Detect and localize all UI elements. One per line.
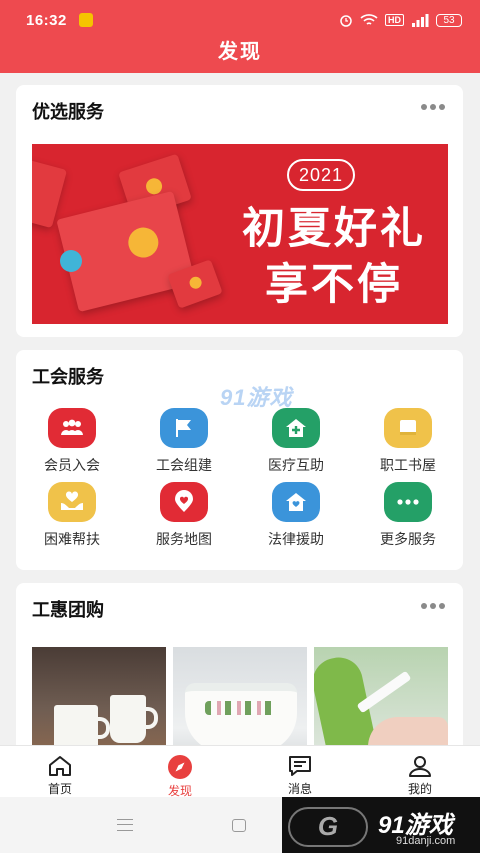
service-label: 医疗互助 — [268, 457, 324, 473]
tab-label: 消息 — [287, 782, 312, 796]
service-label: 职工书屋 — [380, 457, 436, 473]
menu-icon[interactable] — [117, 819, 133, 831]
union-services-card: 工会服务 91游戏 会员入会 工会组建 医疗互助 职工书屋 困难帮扶 服务地图 … — [16, 350, 463, 570]
tab-messages[interactable]: 消息 — [240, 746, 360, 797]
bottom-tab-bar: 首页 发现 消息 我的 — [0, 745, 480, 798]
user-icon — [407, 754, 433, 778]
status-bar: 16:32 HD 53 — [0, 0, 480, 40]
status-time: 16:32 — [26, 11, 67, 29]
more-icon — [384, 482, 432, 522]
watermark-logo: G — [288, 807, 368, 847]
service-label: 会员入会 — [44, 457, 100, 473]
featured-services-card: 优选服务 2021 初夏好礼 享不停 — [16, 85, 463, 337]
legal-house-icon — [272, 482, 320, 522]
book-icon — [384, 408, 432, 448]
union-services-title: 工会服务 — [32, 367, 104, 387]
tab-discover[interactable]: 发现 — [120, 746, 240, 798]
service-legal-aid[interactable]: 法律援助 — [246, 482, 346, 549]
alarm-icon — [340, 15, 352, 27]
watermark-url: 91danji.com — [396, 835, 456, 847]
map-pin-heart-icon — [160, 482, 208, 522]
service-medical-aid[interactable]: 医疗互助 — [246, 408, 346, 475]
tab-label: 我的 — [407, 782, 432, 796]
service-label: 服务地图 — [156, 531, 212, 547]
hands-heart-icon — [48, 482, 96, 522]
service-more[interactable]: 更多服务 — [358, 482, 458, 549]
app-header: 16:32 HD 53 发现 — [0, 0, 480, 73]
group-buy-title: 工惠团购 — [32, 600, 104, 620]
featured-services-title: 优选服务 — [32, 102, 104, 122]
banner-subheadline: 享不停 — [265, 261, 403, 309]
blue-ball-decoration — [60, 250, 82, 272]
notification-icon — [78, 13, 93, 27]
promo-banner[interactable]: 2021 初夏好礼 享不停 — [32, 144, 448, 324]
service-hardship-support[interactable]: 困难帮扶 — [22, 482, 122, 549]
home-square-icon[interactable] — [232, 819, 246, 832]
service-union-build[interactable]: 工会组建 — [134, 408, 234, 475]
message-icon — [287, 754, 313, 778]
service-label: 法律援助 — [268, 531, 324, 547]
service-label: 更多服务 — [380, 531, 436, 547]
mug-image — [110, 695, 158, 743]
tab-profile[interactable]: 我的 — [360, 746, 480, 797]
service-map[interactable]: 服务地图 — [134, 482, 234, 549]
service-worker-library[interactable]: 职工书屋 — [358, 408, 458, 475]
tab-home[interactable]: 首页 — [0, 746, 120, 797]
banner-year-badge: 2021 — [287, 159, 355, 191]
service-label: 工会组建 — [156, 457, 212, 473]
flag-icon — [160, 408, 208, 448]
battery-indicator: 53 — [436, 13, 462, 27]
page-title: 发现 — [218, 41, 262, 63]
home-icon — [47, 754, 73, 778]
group-buy-more-button[interactable] — [421, 602, 445, 610]
bowl-image — [185, 683, 297, 753]
service-label: 困难帮扶 — [44, 531, 100, 547]
medical-house-icon — [272, 408, 320, 448]
status-icons: HD 53 — [339, 13, 462, 27]
hd-badge: HD — [385, 14, 404, 26]
service-member-join[interactable]: 会员入会 — [22, 408, 122, 475]
people-group-icon — [48, 408, 96, 448]
featured-more-button[interactable] — [421, 103, 445, 111]
signal-icon — [412, 13, 429, 27]
banner-headline: 初夏好礼 — [242, 205, 426, 253]
wifi-icon — [360, 14, 378, 25]
compass-icon — [167, 754, 193, 780]
tab-label: 首页 — [47, 782, 72, 796]
